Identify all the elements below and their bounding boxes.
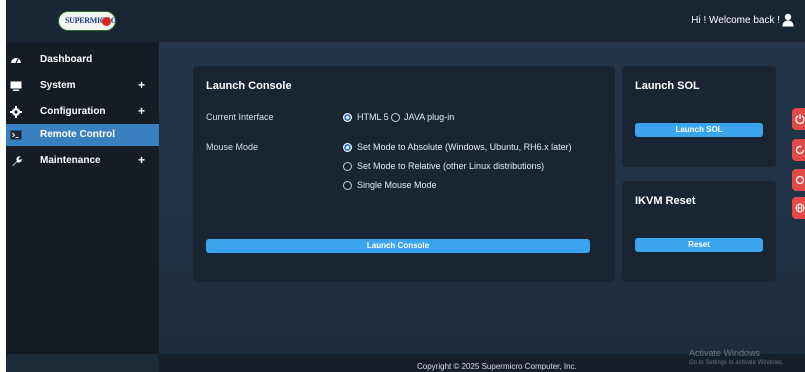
sidebar-item-remote-control[interactable]: Remote Control: [6, 124, 159, 146]
sidebar-item-label: Maintenance: [40, 155, 101, 166]
ikvm-reset-panel: IKVM Reset Reset: [622, 181, 776, 282]
monitor-icon: [10, 81, 22, 91]
mouse-option-single[interactable]: Single Mouse Mode: [343, 180, 603, 192]
radio-label: JAVA plug-in: [404, 112, 455, 122]
globe-icon: [795, 203, 805, 213]
expand-icon[interactable]: +: [138, 104, 145, 118]
power-tab[interactable]: [792, 108, 805, 130]
refresh-icon: [795, 145, 805, 155]
current-interface-label: Current Interface: [206, 112, 274, 122]
sidebar-item-label: Remote Control: [40, 129, 115, 140]
interface-option-java[interactable]: JAVA plug-in: [391, 112, 501, 124]
gear-icon: [10, 106, 22, 118]
sidebar-item-dashboard[interactable]: Dashboard: [6, 49, 159, 71]
mouse-option-absolute[interactable]: Set Mode to Absolute (Windows, Ubuntu, R…: [343, 142, 603, 154]
logo-dot: [102, 17, 111, 26]
sidebar-item-system[interactable]: System +: [6, 75, 159, 97]
mouse-mode-label: Mouse Mode: [206, 142, 259, 152]
activation-watermark-title: Activate Windows: [689, 348, 761, 358]
launch-console-button[interactable]: Launch Console: [206, 239, 590, 253]
launch-sol-panel: Launch SOL Launch SOL: [622, 66, 776, 167]
reset-button[interactable]: Reset: [635, 238, 763, 252]
radio-button[interactable]: [343, 162, 352, 171]
terminal-icon: [10, 130, 22, 140]
radio-button[interactable]: [343, 143, 352, 152]
radio-button[interactable]: [343, 181, 352, 190]
main-content: Launch Console Current Interface HTML 5 …: [159, 42, 805, 354]
panel-title: Launch SOL: [635, 80, 700, 92]
radio-button[interactable]: [391, 113, 400, 122]
panel-title: IKVM Reset: [635, 195, 696, 207]
globe-tab[interactable]: [792, 197, 805, 219]
launch-console-panel: Launch Console Current Interface HTML 5 …: [193, 66, 615, 282]
radio-label: Set Mode to Relative (other Linux distri…: [357, 161, 545, 171]
wrench-icon: [12, 156, 22, 166]
sidebar-item-configuration[interactable]: Configuration +: [6, 101, 159, 123]
welcome-text: Hi ! Welcome back !: [691, 15, 780, 26]
expand-icon[interactable]: +: [138, 78, 145, 92]
cycle-tab[interactable]: [792, 169, 805, 191]
dashboard-icon: [11, 58, 21, 64]
user-icon[interactable]: [782, 13, 794, 27]
expand-icon[interactable]: +: [138, 153, 145, 167]
launch-sol-button[interactable]: Launch SOL: [635, 123, 763, 137]
copyright-text: Copyright © 2025 Supermicro Computer, In…: [417, 362, 577, 371]
supermicro-logo[interactable]: SUPERMICRO: [58, 11, 117, 31]
sidebar-item-label: Dashboard: [40, 54, 93, 65]
mouse-option-relative[interactable]: Set Mode to Relative (other Linux distri…: [343, 161, 603, 173]
radio-label: Single Mouse Mode: [357, 180, 437, 190]
sidebar: Dashboard System + Configuration + Remot…: [6, 42, 159, 354]
sidebar-item-maintenance[interactable]: Maintenance +: [6, 150, 159, 172]
activation-watermark-subtitle: Go to Settings to activate Windows.: [689, 360, 784, 366]
refresh-tab[interactable]: [792, 139, 805, 161]
radio-label: Set Mode to Absolute (Windows, Ubuntu, R…: [357, 142, 572, 152]
app-window: SUPERMICRO Hi ! Welcome back ! Dashboard…: [6, 0, 805, 372]
panel-title: Launch Console: [206, 80, 292, 92]
cycle-icon: [795, 175, 805, 185]
radio-label: HTML 5: [357, 112, 389, 122]
radio-button[interactable]: [343, 113, 352, 122]
power-icon: [795, 114, 805, 125]
sidebar-item-label: Configuration: [40, 106, 106, 117]
top-bar: SUPERMICRO Hi ! Welcome back !: [6, 0, 805, 42]
sidebar-item-label: System: [40, 80, 76, 91]
